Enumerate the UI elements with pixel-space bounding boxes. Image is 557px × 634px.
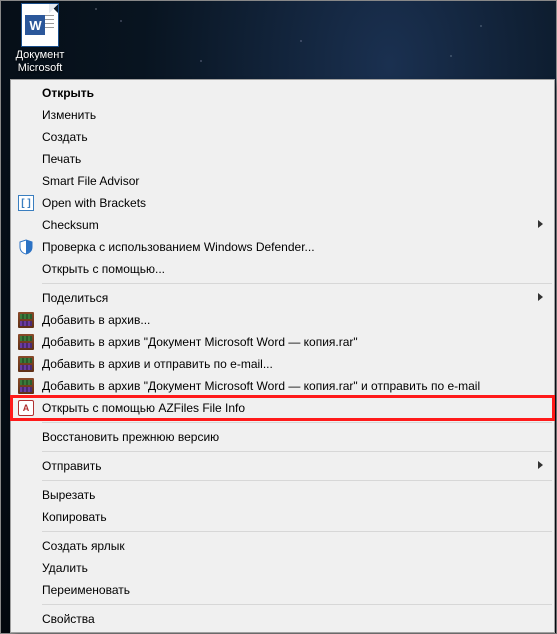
menu-archive-and-email[interactable]: Добавить в архив и отправить по e-mail..…	[12, 353, 553, 375]
menu-cut[interactable]: Вырезать	[12, 484, 553, 506]
menu-create[interactable]: Создать	[12, 126, 553, 148]
azfiles-icon: A	[17, 399, 35, 417]
menu-add-to-archive-named[interactable]: Добавить в архив "Документ Microsoft Wor…	[12, 331, 553, 353]
menu-share[interactable]: Поделиться	[12, 287, 553, 309]
submenu-arrow-icon	[538, 220, 543, 228]
desktop-file-icon[interactable]: W Документ Microsoft	[7, 3, 73, 75]
word-badge: W	[25, 15, 45, 35]
menu-separator	[42, 480, 552, 481]
menu-archive-named-and-email[interactable]: Добавить в архив "Документ Microsoft Wor…	[12, 375, 553, 397]
winrar-icon	[17, 355, 35, 373]
menu-checksum[interactable]: Checksum	[12, 214, 553, 236]
word-document-icon: W	[21, 3, 59, 47]
submenu-arrow-icon	[538, 293, 543, 301]
brackets-icon: [ ]	[17, 194, 35, 212]
desktop-icon-label: Документ Microsoft	[7, 49, 73, 75]
context-menu: Открыть Изменить Создать Печать Smart Fi…	[10, 79, 555, 633]
defender-shield-icon	[17, 238, 35, 256]
submenu-arrow-icon	[538, 461, 543, 469]
menu-smart-file-advisor[interactable]: Smart File Advisor	[12, 170, 553, 192]
menu-print[interactable]: Печать	[12, 148, 553, 170]
menu-open[interactable]: Открыть	[12, 82, 553, 104]
menu-defender-scan[interactable]: Проверка с использованием Windows Defend…	[12, 236, 553, 258]
menu-restore-previous[interactable]: Восстановить прежнюю версию	[12, 426, 553, 448]
document-lines-icon	[45, 15, 54, 31]
menu-azfiles-open[interactable]: A Открыть с помощью AZFiles File Info	[12, 397, 553, 419]
menu-open-with[interactable]: Открыть с помощью...	[12, 258, 553, 280]
menu-properties[interactable]: Свойства	[12, 608, 553, 630]
menu-delete[interactable]: Удалить	[12, 557, 553, 579]
menu-edit[interactable]: Изменить	[12, 104, 553, 126]
menu-copy[interactable]: Копировать	[12, 506, 553, 528]
menu-open-with-brackets[interactable]: [ ] Open with Brackets	[12, 192, 553, 214]
winrar-icon	[17, 333, 35, 351]
menu-separator	[42, 283, 552, 284]
menu-send-to[interactable]: Отправить	[12, 455, 553, 477]
menu-separator	[42, 451, 552, 452]
menu-separator	[42, 422, 552, 423]
menu-rename[interactable]: Переименовать	[12, 579, 553, 601]
menu-add-to-archive[interactable]: Добавить в архив...	[12, 309, 553, 331]
menu-separator	[42, 531, 552, 532]
winrar-icon	[17, 377, 35, 395]
menu-separator	[42, 604, 552, 605]
menu-create-shortcut[interactable]: Создать ярлык	[12, 535, 553, 557]
winrar-icon	[17, 311, 35, 329]
